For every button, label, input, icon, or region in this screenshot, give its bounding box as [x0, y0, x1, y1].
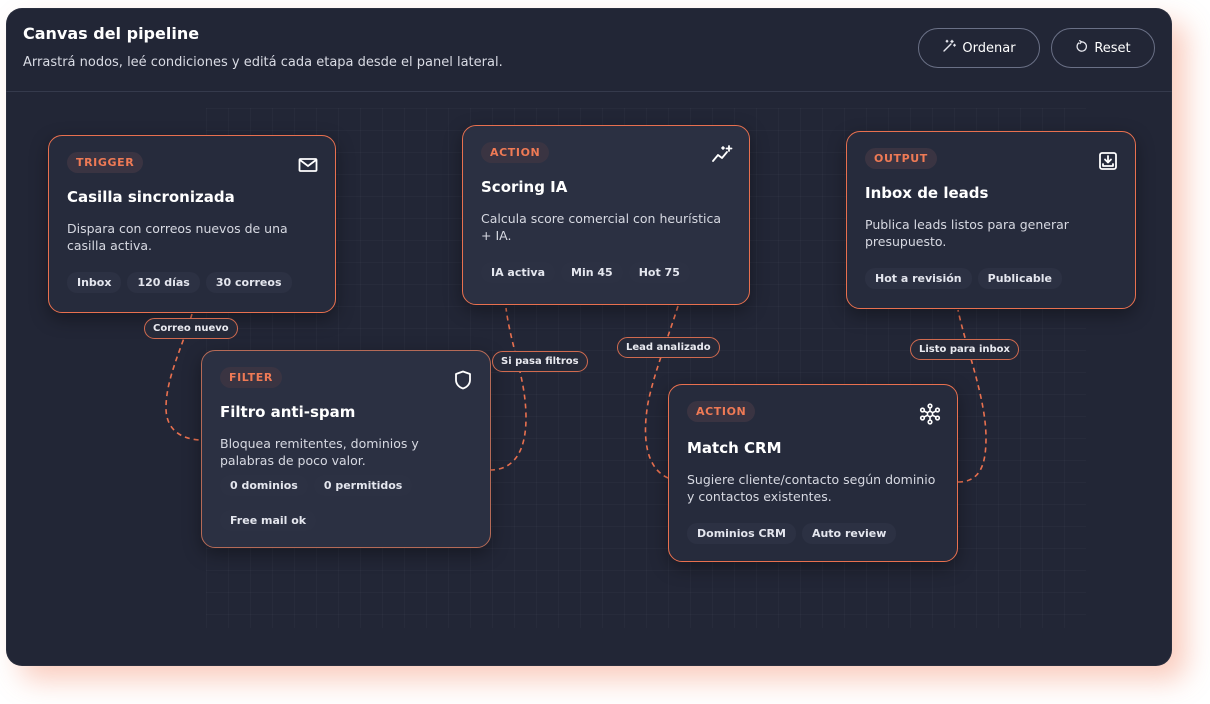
node-tag: Auto review — [801, 523, 897, 544]
mail-icon — [297, 154, 319, 176]
edge-label-correo-nuevo[interactable]: Correo nuevo — [144, 318, 238, 339]
node-tag: Dominios CRM — [687, 523, 796, 544]
shield-icon — [452, 369, 474, 391]
node-tag: Publicable — [977, 268, 1062, 289]
node-filter[interactable]: FILTER Filtro anti-spam Bloquea remitent… — [201, 350, 491, 548]
trend-sparkle-icon — [711, 144, 733, 166]
pipeline-canvas-panel: Canvas del pipeline Arrastrá nodos, leé … — [6, 8, 1172, 666]
node-title: Match CRM — [687, 439, 782, 457]
node-tag: Free mail ok — [220, 510, 317, 531]
node-tag: 120 días — [127, 272, 200, 293]
node-badge: OUTPUT — [865, 148, 937, 169]
node-tag: 0 permitidos — [313, 475, 413, 496]
node-tags: Dominios CRM Auto review — [687, 523, 947, 544]
node-description: Bloquea remitentes, dominios y palabras … — [220, 436, 419, 468]
node-description: Dispara con correos nuevos de una casill… — [67, 221, 288, 253]
node-description: Sugiere cliente/contacto según dominio y… — [687, 472, 936, 504]
node-tags: IA activa Min 45 Hot 75 — [481, 262, 739, 283]
node-tag: 30 correos — [205, 272, 292, 293]
node-tag: Inbox — [67, 272, 122, 293]
edge-label-lead-analizado[interactable]: Lead analizado — [617, 337, 720, 358]
edge-filter-scoring — [489, 307, 527, 471]
edge-match-output — [957, 309, 987, 483]
node-tag: Hot 75 — [628, 262, 690, 283]
node-scoring[interactable]: ACTION Scoring IA Calcula score comercia… — [462, 125, 750, 305]
node-badge: ACTION — [687, 401, 756, 422]
node-output[interactable]: OUTPUT Inbox de leads Publica leads list… — [846, 131, 1136, 309]
node-title: Casilla sincronizada — [67, 188, 235, 206]
node-tags: Hot a revisión Publicable — [865, 268, 1125, 289]
node-tags: 0 dominios 0 permitidos Free mail ok — [220, 475, 460, 531]
node-title: Scoring IA — [481, 178, 568, 196]
node-badge: TRIGGER — [67, 152, 144, 173]
node-tag: Hot a revisión — [865, 268, 972, 289]
node-badge: ACTION — [481, 142, 550, 163]
node-title: Inbox de leads — [865, 184, 989, 202]
node-tag: 0 dominios — [220, 475, 308, 496]
edge-label-listo-para-inbox[interactable]: Listo para inbox — [910, 339, 1019, 360]
edge-label-si-pasa-filtros[interactable]: Si pasa filtros — [492, 351, 588, 372]
network-icon — [919, 403, 941, 425]
node-description: Calcula score comercial con heurística +… — [481, 211, 722, 243]
node-tag: Min 45 — [561, 262, 623, 283]
download-tray-icon — [1097, 150, 1119, 172]
node-tags: Inbox 120 días 30 correos — [67, 272, 325, 293]
node-badge: FILTER — [220, 367, 282, 388]
node-match-crm[interactable]: ACTION Match CRM Sugiere cliente/contact… — [668, 384, 958, 562]
node-description: Publica leads listos para generar presup… — [865, 217, 1069, 249]
node-title: Filtro anti-spam — [220, 403, 356, 421]
node-trigger[interactable]: TRIGGER Casilla sincronizada Dispara con… — [48, 135, 336, 313]
node-tag: IA activa — [481, 262, 556, 283]
